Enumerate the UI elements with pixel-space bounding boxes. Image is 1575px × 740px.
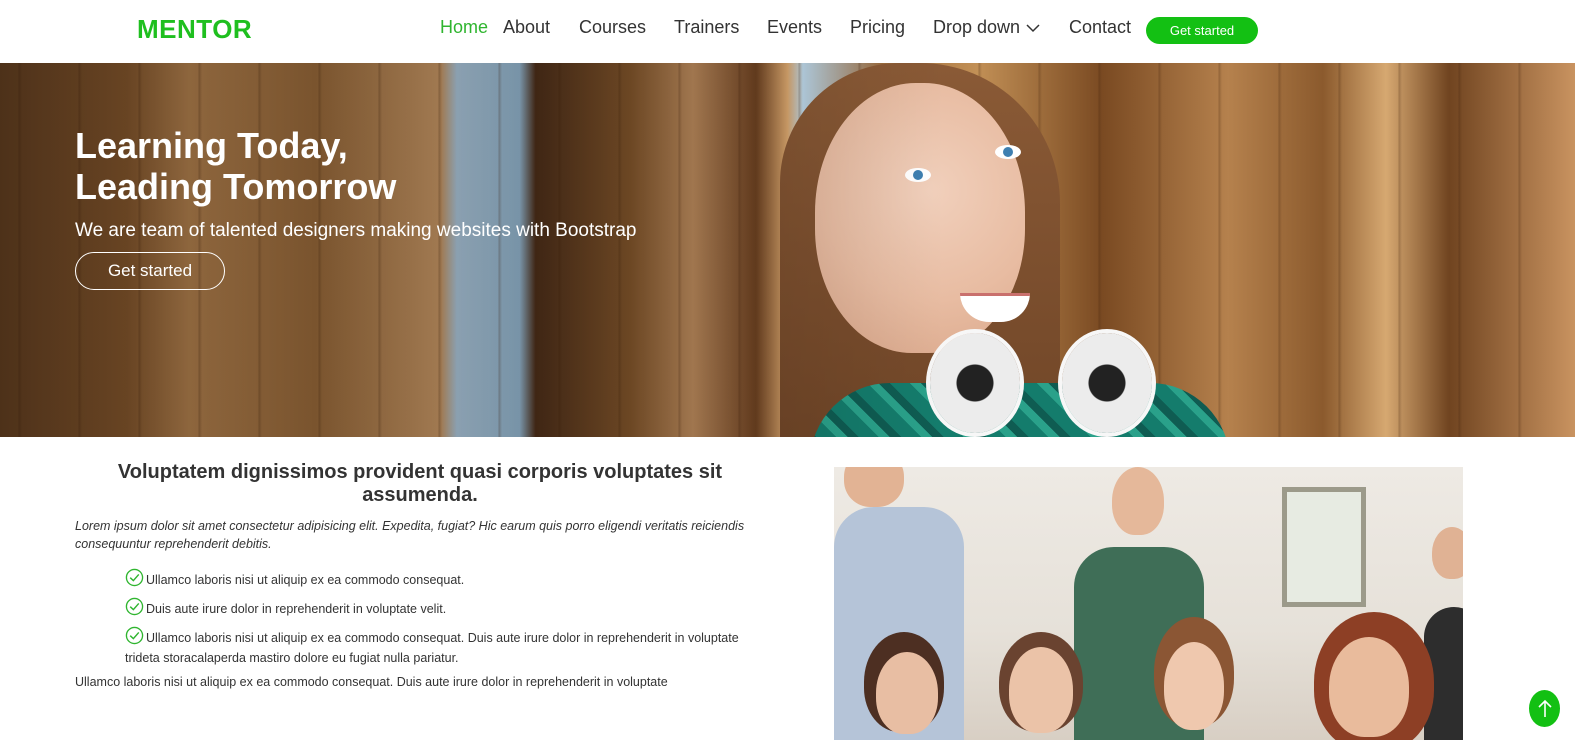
nav-about[interactable]: About <box>503 17 550 38</box>
list-item: Ullamco laboris nisi ut aliquip ex ea co… <box>125 568 765 590</box>
list-item: Duis aute irure dolor in reprehenderit i… <box>125 597 765 619</box>
person-head <box>1009 647 1073 733</box>
person-head <box>876 652 938 734</box>
nav-home[interactable]: Home <box>440 17 488 38</box>
hero-title: Learning Today, Leading Tomorrow <box>75 125 396 207</box>
hero-title-line-2: Leading Tomorrow <box>75 166 397 207</box>
nav-courses[interactable]: Courses <box>579 17 646 38</box>
about-outro: Ullamco laboris nisi ut aliquip ex ea co… <box>75 675 668 689</box>
person-head <box>844 467 904 507</box>
person-head <box>1164 642 1224 730</box>
wall-picture-frame <box>1282 487 1366 607</box>
person-head <box>1329 637 1409 737</box>
list-item-text: Ullamco laboris nisi ut aliquip ex ea co… <box>125 631 739 665</box>
hero-subtitle: We are team of talented designers making… <box>75 220 637 241</box>
arrow-up-icon <box>1537 699 1552 717</box>
nav-trainers[interactable]: Trainers <box>674 17 739 38</box>
list-item-text: Ullamco laboris nisi ut aliquip ex ea co… <box>146 573 465 587</box>
hero-section: Learning Today, Leading Tomorrow We are … <box>0 63 1575 437</box>
person-head <box>1432 527 1463 579</box>
person-head <box>1112 467 1164 535</box>
check-circle-icon <box>125 597 144 616</box>
about-title: Voluptatem dignissimos provident quasi c… <box>117 461 723 506</box>
about-intro: Lorem ipsum dolor sit amet consectetur a… <box>75 519 745 551</box>
nav-events[interactable]: Events <box>767 17 822 38</box>
hero-overlay <box>0 63 1575 437</box>
hero-title-line-1: Learning Today, <box>75 125 348 166</box>
about-checklist: Ullamco laboris nisi ut aliquip ex ea co… <box>125 568 765 675</box>
check-circle-icon <box>125 568 144 587</box>
get-started-button[interactable]: Get started <box>1146 17 1258 44</box>
nav-pricing[interactable]: Pricing <box>850 17 905 38</box>
hero-get-started-button[interactable]: Get started <box>75 252 225 290</box>
list-item: Ullamco laboris nisi ut aliquip ex ea co… <box>125 626 765 668</box>
site-header: MENTOR Home About Courses Trainers Event… <box>0 0 1575 63</box>
nav-dropdown[interactable]: Drop down <box>933 17 1040 38</box>
chevron-down-icon <box>1026 23 1040 32</box>
about-image <box>834 467 1463 740</box>
back-to-top-button[interactable] <box>1529 690 1560 727</box>
nav-dropdown-label: Drop down <box>933 17 1021 37</box>
site-logo[interactable]: MENTOR <box>137 14 252 45</box>
list-item-text: Duis aute irure dolor in reprehenderit i… <box>146 602 447 616</box>
check-circle-icon <box>125 626 144 645</box>
nav-contact[interactable]: Contact <box>1069 17 1131 38</box>
